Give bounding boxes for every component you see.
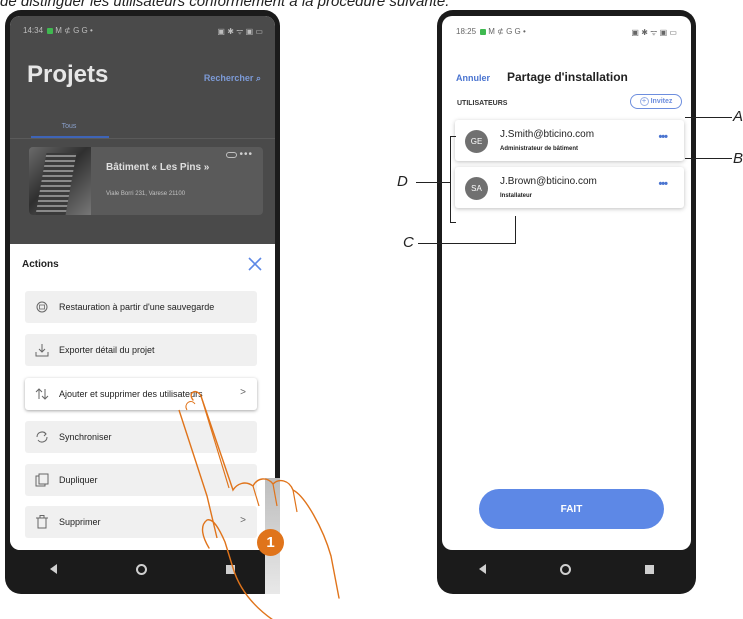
dimmed-background: 14:34 M ⊄ G G • ▣ ✱ ᯤ ▣ ▭ Projets Recher…	[10, 16, 275, 244]
more-options-icon[interactable]: •••	[239, 149, 253, 160]
action-label: Ajouter et supprimer des utilisateurs	[59, 389, 203, 399]
home-icon[interactable]	[135, 563, 147, 575]
action-label: Supprimer	[59, 517, 101, 527]
callout-line-c	[418, 243, 515, 244]
tab-all[interactable]: Tous	[31, 123, 107, 130]
notification-icon	[480, 28, 487, 35]
search-icon: ⌕	[255, 73, 261, 83]
user-role: Installateur	[500, 193, 533, 199]
action-duplicate[interactable]: Dupliquer	[25, 464, 257, 496]
callout-line-a	[685, 117, 732, 118]
back-icon[interactable]	[479, 564, 486, 574]
action-label: Dupliquer	[59, 475, 98, 485]
trash-icon	[25, 515, 59, 529]
action-add-remove-users[interactable]: Ajouter et supprimer des utilisateurs >	[25, 378, 257, 410]
right-phone-frame: 18:25 M ⊄ G G • ▣ ✱ ᯤ ▣ ▭ Annuler Partag…	[437, 10, 696, 594]
user-email: J.Brown@bticino.com	[500, 176, 597, 187]
user-role: Administrateur de bâtiment	[500, 146, 579, 152]
user-email: J.Smith@bticino.com	[500, 129, 595, 140]
search-button[interactable]: Rechercher ⌕	[204, 73, 261, 84]
sheet-title: Actions	[22, 259, 59, 270]
sync-icon	[25, 430, 59, 444]
callout-label-b: B	[733, 150, 743, 167]
more-options-icon[interactable]: •••	[658, 178, 668, 190]
notification-icon	[47, 27, 54, 34]
action-restore[interactable]: Restauration à partir d'une sauvegarde	[25, 291, 257, 323]
project-image	[29, 147, 91, 215]
left-phone-frame: 14:34 M ⊄ G G • ▣ ✱ ᯤ ▣ ▭ Projets Recher…	[5, 10, 280, 594]
avatar: SA	[465, 177, 488, 200]
callout-bracket-d	[450, 136, 451, 223]
chevron-right-icon: >	[240, 515, 246, 526]
left-phone-screen: 14:34 M ⊄ G G • ▣ ✱ ᯤ ▣ ▭ Projets Recher…	[10, 16, 275, 550]
chevron-right-icon: >	[240, 387, 246, 398]
download-icon	[25, 343, 59, 357]
callout-label-a: A	[733, 108, 743, 125]
add-remove-users-icon	[25, 388, 59, 400]
section-label: UTILISATEURS	[457, 100, 508, 107]
more-options-icon[interactable]: •••	[658, 131, 668, 143]
restore-icon	[25, 300, 59, 314]
action-label: Synchroniser	[59, 432, 112, 442]
step-number-badge: 1	[257, 529, 284, 556]
recent-apps-icon[interactable]	[645, 564, 654, 574]
recent-apps-icon[interactable]	[226, 564, 236, 574]
android-nav-bar	[10, 552, 275, 586]
user-card[interactable]: SA J.Brown@bticino.com Installateur •••	[455, 167, 684, 208]
done-button[interactable]: FAIT	[479, 489, 664, 529]
status-icons: M ⊄ G G •	[488, 27, 526, 36]
callout-line-b	[685, 158, 732, 159]
cloud-icon	[226, 152, 237, 158]
invite-label: Invitez	[650, 98, 673, 105]
cancel-button[interactable]: Annuler	[456, 73, 490, 83]
status-bar: 14:34 M ⊄ G G • ▣ ✱ ᯤ ▣ ▭	[23, 26, 263, 37]
divider	[10, 138, 275, 139]
callout-bracket-d-bottom	[450, 222, 456, 223]
project-card[interactable]: Bâtiment « Les Pins » Viale Borri 231, V…	[29, 147, 263, 215]
status-bar: 18:25 M ⊄ G G • ▣ ✱ ᯤ ▣ ▭	[456, 27, 677, 38]
callout-line-d	[416, 182, 450, 183]
status-icons: M ⊄ G G •	[55, 26, 93, 35]
status-system-icons: ▣ ✱ ᯤ ▣ ▭	[631, 28, 677, 37]
avatar: GE	[465, 130, 488, 153]
page-title: Projets	[27, 61, 109, 88]
page-title: Partage d'installation	[507, 70, 628, 84]
action-export[interactable]: Exporter détail du projet	[25, 334, 257, 366]
action-label: Exporter détail du projet	[59, 345, 155, 355]
home-icon[interactable]	[560, 563, 571, 575]
user-card[interactable]: GE J.Smith@bticino.com Administrateur de…	[455, 120, 684, 161]
action-delete[interactable]: Supprimer >	[25, 506, 257, 538]
duplicate-icon	[25, 473, 59, 487]
action-sync[interactable]: Synchroniser	[25, 421, 257, 453]
invite-button[interactable]: + Invitez	[630, 94, 682, 109]
callout-label-c: C	[403, 234, 414, 251]
plus-icon: +	[639, 97, 649, 106]
status-system-icons: ▣ ✱ ᯤ ▣ ▭	[217, 27, 263, 36]
actions-sheet: Actions Restauration à partir d'une sauv…	[10, 244, 275, 550]
action-label: Restauration à partir d'une sauvegarde	[59, 302, 215, 312]
right-phone-screen: 18:25 M ⊄ G G • ▣ ✱ ᯤ ▣ ▭ Annuler Partag…	[442, 16, 691, 550]
status-time: 18:25	[456, 27, 477, 36]
back-icon[interactable]	[49, 564, 57, 574]
project-address: Viale Borri 231, Varese 21100	[106, 191, 186, 197]
status-time: 14:34	[23, 26, 44, 35]
android-nav-bar	[442, 552, 691, 586]
callout-bracket-d-top	[450, 136, 456, 137]
page-caption: de distinguer les utilisateurs conformém…	[0, 0, 450, 10]
search-label: Rechercher	[203, 73, 254, 83]
callout-line-c-vertical	[515, 216, 516, 244]
callout-label-d: D	[397, 173, 408, 190]
project-name: Bâtiment « Les Pins »	[106, 162, 210, 173]
close-icon[interactable]	[247, 256, 263, 272]
